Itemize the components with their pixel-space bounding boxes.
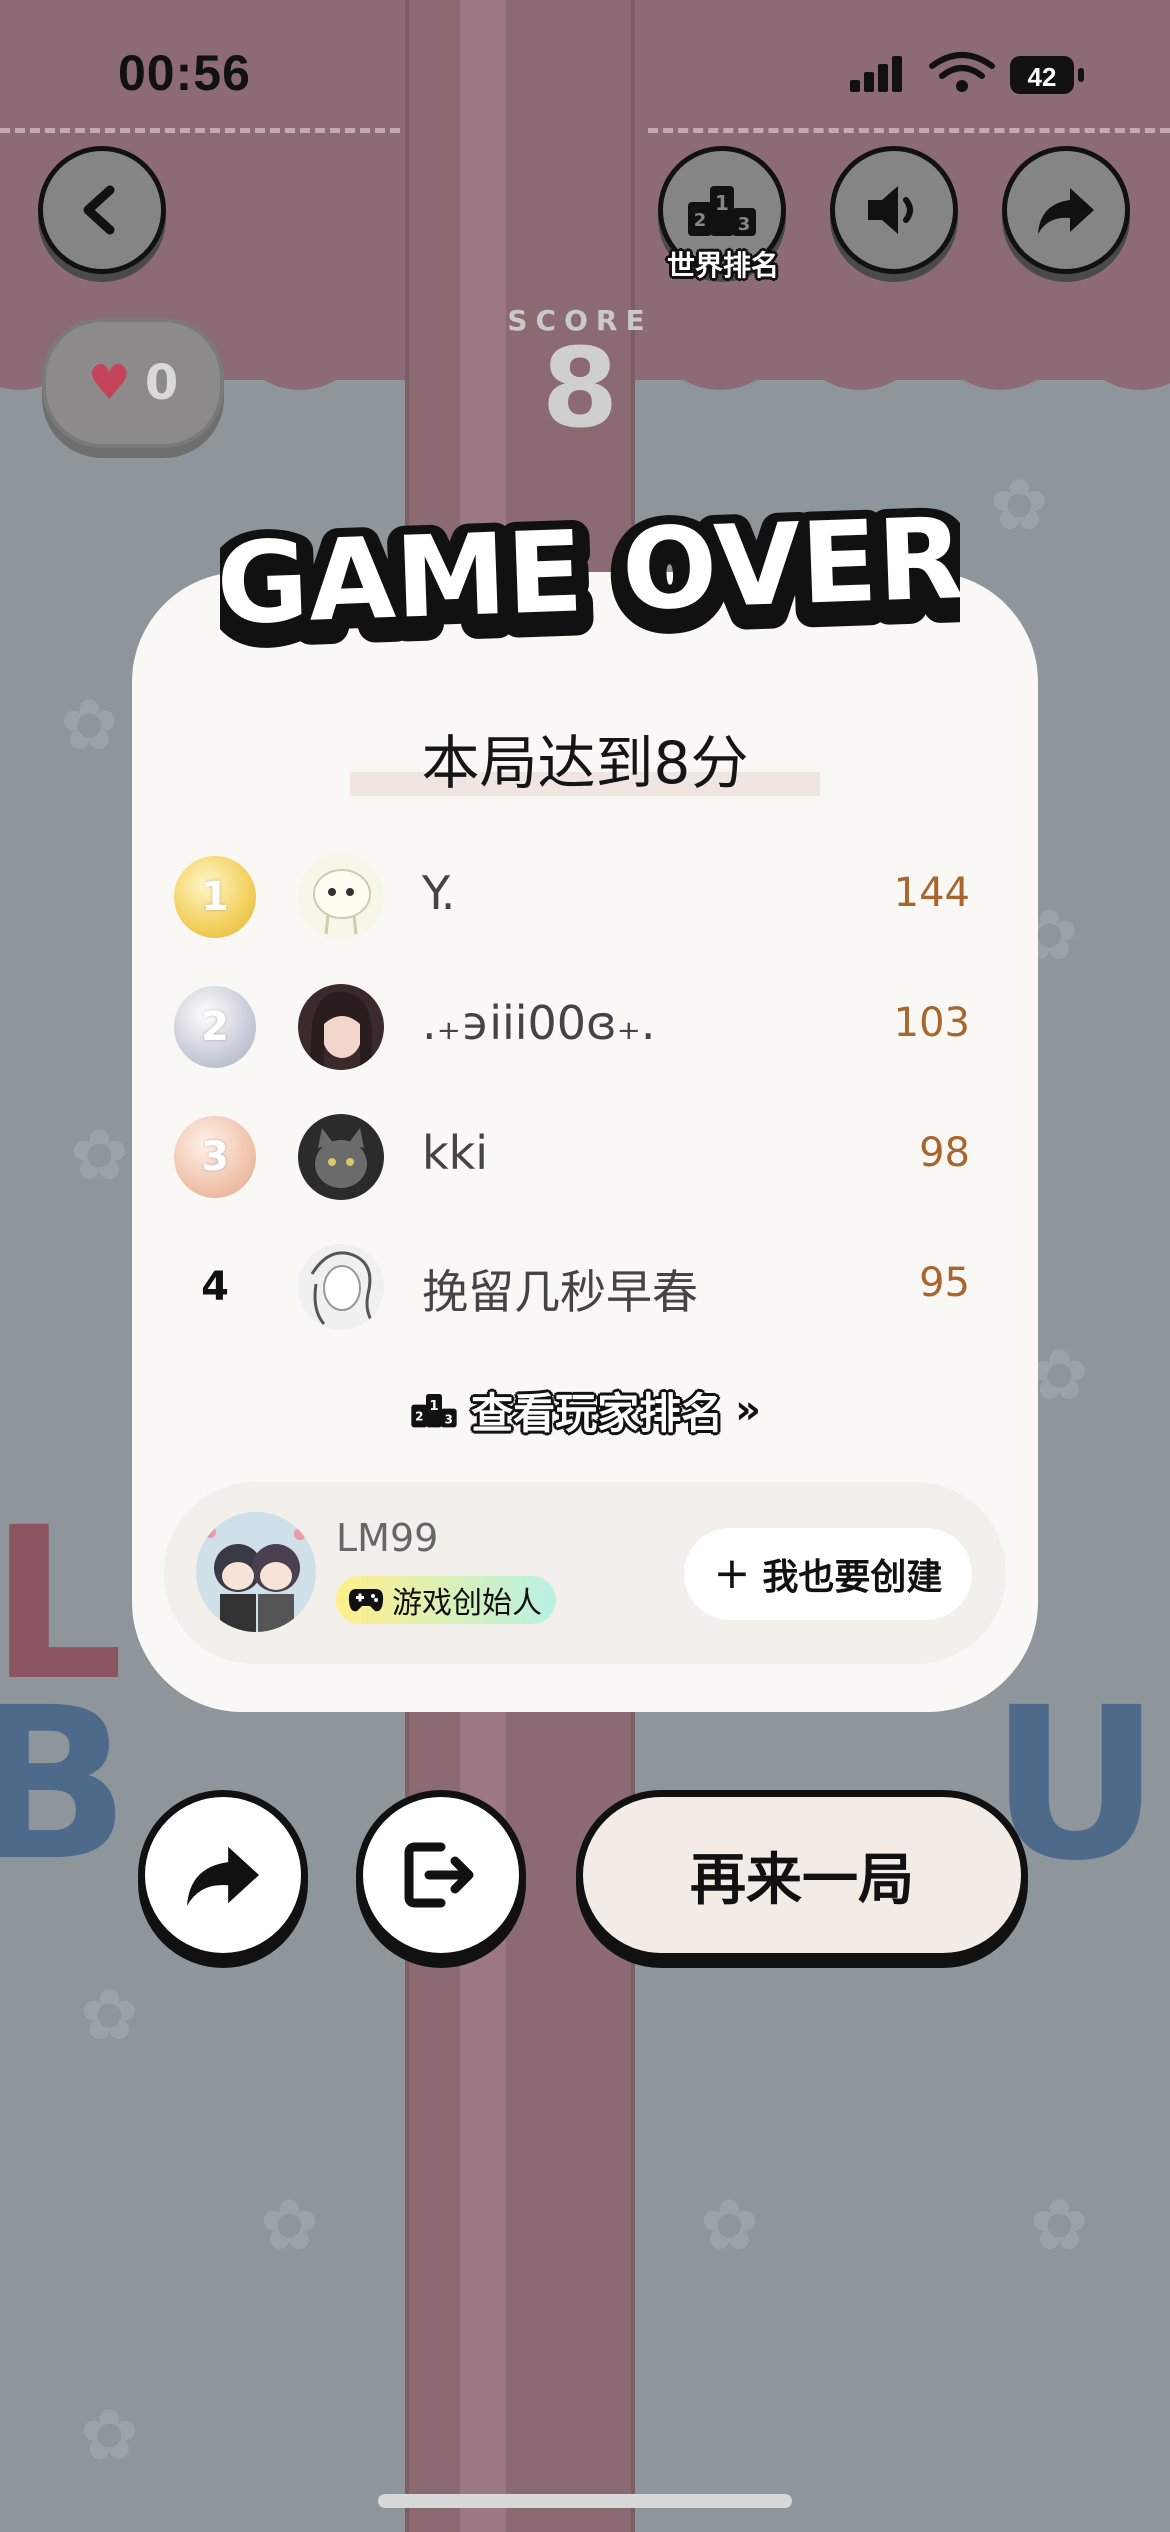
create-game-label: 我也要创建 — [762, 1557, 943, 1598]
avatar — [298, 1114, 384, 1200]
chevron-left-icon — [83, 185, 115, 235]
round-score-subtitle: 本局达到8分 — [421, 729, 749, 797]
svg-text:2: 2 — [415, 1410, 423, 1424]
player-name: 挽留几秒早春 — [422, 1265, 698, 1319]
double-chevron-right-icon: » — [735, 1387, 761, 1433]
podium-icon: 1 2 3 — [688, 186, 756, 236]
plus-icon: + — [713, 1548, 751, 1599]
svg-text:1: 1 — [715, 191, 729, 215]
exit-icon — [404, 1842, 474, 1908]
svg-text:3: 3 — [445, 1412, 453, 1426]
svg-text:1: 1 — [429, 1399, 438, 1414]
avatar — [298, 1244, 384, 1330]
share-button[interactable] — [1002, 146, 1130, 274]
lives-count: 0 — [144, 355, 179, 411]
player-score: 144 — [893, 870, 970, 916]
bronze-medal-icon: 3 — [174, 1116, 256, 1198]
svg-text:3: 3 — [738, 214, 751, 235]
share-arrow-icon — [187, 1846, 259, 1906]
status-icons: 42 — [850, 52, 1084, 94]
silver-medal-icon: 2 — [174, 986, 256, 1068]
svg-text:42: 42 — [1028, 62, 1057, 92]
paw-print-icon: ✿ — [1030, 1334, 1089, 1416]
dashed-line-left — [0, 128, 400, 133]
sound-button[interactable] — [830, 146, 958, 274]
paw-print-icon: ✿ — [1030, 2184, 1089, 2266]
player-name: Y. — [422, 866, 456, 920]
back-button[interactable] — [38, 146, 166, 274]
dashed-line-right — [648, 128, 1170, 133]
leaderboard-row[interactable]: 2 .₊϶iii00ɞ₊. 103 — [170, 972, 1000, 1082]
gold-medal-icon: 1 — [174, 856, 256, 938]
gamepad-icon — [348, 1589, 384, 1612]
view-player-rank-link[interactable]: 1 2 3 查看玩家排名 » — [132, 1380, 1038, 1440]
paw-print-icon: ✿ — [260, 2184, 319, 2266]
wifi-icon — [929, 52, 995, 79]
battery-icon: 42 — [1010, 56, 1084, 94]
play-again-label: 再来一局 — [690, 1847, 914, 1913]
speaker-icon — [868, 186, 913, 234]
svg-text:2: 2 — [694, 210, 707, 231]
play-again-button[interactable]: 再来一局 — [576, 1790, 1028, 1960]
svg-text:GAME OVER: GAME OVER — [220, 494, 960, 650]
score-value: 8 — [541, 324, 619, 452]
paw-print-icon: ✿ — [990, 464, 1049, 546]
player-score: 95 — [919, 1260, 970, 1306]
game-over-title: GAME OVER GAME OVER — [220, 485, 960, 670]
paw-print-icon: ✿ — [700, 2184, 759, 2266]
player-name: .₊϶iii00ɞ₊. — [422, 996, 656, 1050]
avatar — [298, 854, 384, 940]
player-score: 103 — [893, 1000, 970, 1046]
player-score: 98 — [919, 1130, 970, 1176]
create-game-button[interactable]: + 我也要创建 — [684, 1528, 972, 1620]
leaderboard-row[interactable]: 3 kki 98 — [170, 1102, 1000, 1212]
view-rank-label: 查看玩家排名 — [471, 1388, 724, 1438]
home-indicator[interactable] — [378, 2494, 792, 2508]
paw-print-icon: ✿ — [70, 1114, 129, 1196]
creator-badge-label: 游戏创始人 — [392, 1586, 542, 1621]
rank-number: 4 — [201, 1264, 229, 1310]
share-result-button[interactable] — [138, 1790, 308, 1960]
background-logo-fragment: B — [0, 1662, 130, 1907]
world-rank-label: 世界排名 — [666, 249, 779, 282]
share-arrow-icon — [1038, 188, 1094, 234]
paw-print-icon: ✿ — [80, 2394, 139, 2476]
paw-print-icon: ✿ — [60, 684, 119, 766]
exit-button[interactable] — [356, 1790, 526, 1960]
player-name: kki — [422, 1126, 489, 1180]
creator-avatar[interactable] — [196, 1512, 316, 1632]
status-time: 00:56 — [118, 45, 251, 101]
leaderboard-row[interactable]: 1 Y. 144 — [170, 842, 1000, 952]
avatar — [298, 984, 384, 1070]
paw-print-icon: ✿ — [80, 1974, 139, 2056]
creator-name: LM99 — [336, 1516, 439, 1560]
creator-badge: 游戏创始人 — [336, 1576, 556, 1624]
lives-counter: ♥ 0 — [42, 318, 224, 448]
cellular-signal-icon — [850, 56, 902, 92]
heart-icon: ♥ — [87, 355, 131, 411]
podium-icon: 1 2 3 — [411, 1394, 457, 1428]
leaderboard-row[interactable]: 4 挽留几秒早春 95 — [170, 1232, 1000, 1342]
